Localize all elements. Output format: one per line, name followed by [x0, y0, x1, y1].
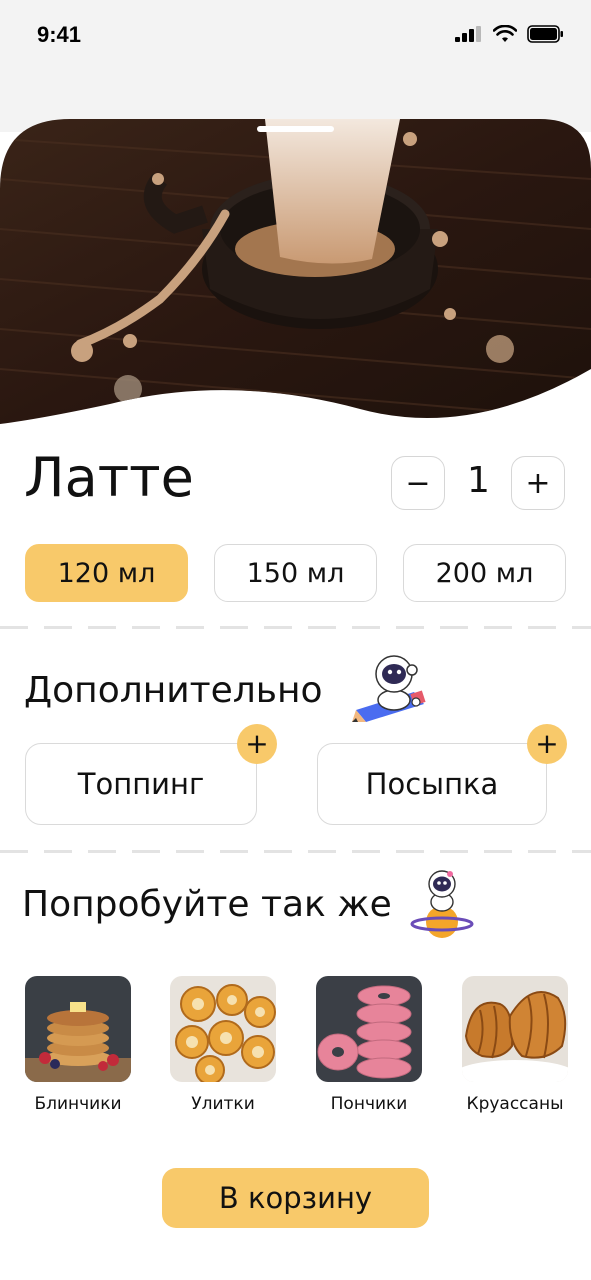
cellular-signal-icon — [455, 26, 481, 42]
add-sprinkles-button[interactable]: + — [527, 724, 567, 764]
plus-icon: + — [245, 727, 269, 760]
extra-option-label: Топпинг — [77, 767, 205, 801]
size-option-200[interactable]: 200 мл — [403, 544, 566, 602]
quantity-value: 1 — [467, 460, 490, 501]
minus-icon: − — [405, 465, 431, 501]
add-topping-button[interactable]: + — [237, 724, 277, 764]
sheet-grabber-handle[interactable] — [257, 126, 334, 132]
section-divider — [0, 626, 591, 629]
extra-option-topping[interactable]: Топпинг — [25, 743, 257, 825]
recommendations-title: Попробуйте так же — [22, 884, 392, 925]
status-bar: 9:41 — [0, 0, 591, 72]
quantity-decrease-button[interactable]: − — [391, 456, 445, 510]
size-option-120[interactable]: 120 мл — [25, 544, 188, 602]
plus-icon: + — [525, 465, 551, 501]
recommendation-label: Пончики — [330, 1094, 408, 1114]
croissants-image — [462, 976, 568, 1082]
add-to-cart-button[interactable]: В корзину — [162, 1168, 429, 1228]
recommendation-item[interactable]: Улитки — [170, 976, 276, 1114]
status-icons — [455, 25, 565, 43]
recommendation-item[interactable]: Круассаны — [462, 976, 568, 1114]
donuts-image — [316, 976, 422, 1082]
status-time: 9:41 — [37, 22, 82, 47]
astronaut-planet-sticker-icon — [410, 870, 474, 938]
quantity-increase-button[interactable]: + — [511, 456, 565, 510]
extra-option-label: Посыпка — [365, 767, 499, 801]
recommendation-label: Блинчики — [34, 1094, 122, 1114]
product-title: Латте — [24, 446, 194, 509]
recommendation-item[interactable]: Пончики — [316, 976, 422, 1114]
astronaut-pencil-sticker-icon — [352, 655, 426, 722]
section-divider — [0, 850, 591, 853]
size-option-150[interactable]: 150 мл — [214, 544, 377, 602]
extras-title: Дополнительно — [24, 670, 323, 711]
recommendation-item[interactable]: Блинчики — [25, 976, 131, 1114]
recommendation-label: Круассаны — [466, 1094, 564, 1114]
battery-icon — [527, 25, 563, 43]
add-to-cart-label: В корзину — [218, 1181, 373, 1215]
snail-pastries-image — [170, 976, 276, 1082]
wifi-icon — [493, 25, 517, 42]
pancakes-image — [25, 976, 131, 1082]
plus-icon: + — [535, 727, 559, 760]
hero-image — [0, 119, 591, 424]
recommendation-label: Улитки — [191, 1094, 255, 1114]
extra-option-sprinkles[interactable]: Посыпка — [317, 743, 547, 825]
